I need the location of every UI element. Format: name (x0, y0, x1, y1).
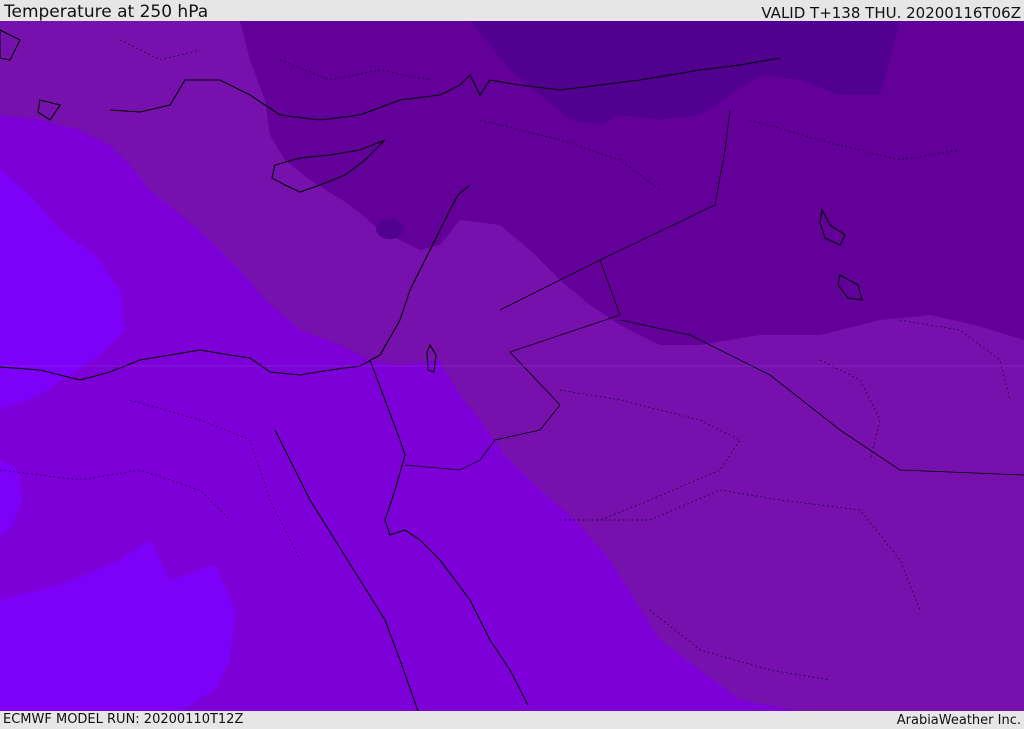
valid-time: VALID T+138 THU. 20200116T06Z (761, 4, 1021, 22)
credit-label: ArabiaWeather Inc. (896, 713, 1021, 728)
temperature-map (0, 21, 1024, 711)
footer-bar: ECMWF MODEL RUN: 20200110T12Z ArabiaWeat… (0, 711, 1024, 729)
cold-blob (376, 219, 404, 239)
map-title: Temperature at 250 hPa (4, 2, 209, 22)
title-bar: Temperature at 250 hPa VALID T+138 THU. … (0, 0, 1024, 21)
model-run: ECMWF MODEL RUN: 20200110T12Z (3, 712, 244, 727)
